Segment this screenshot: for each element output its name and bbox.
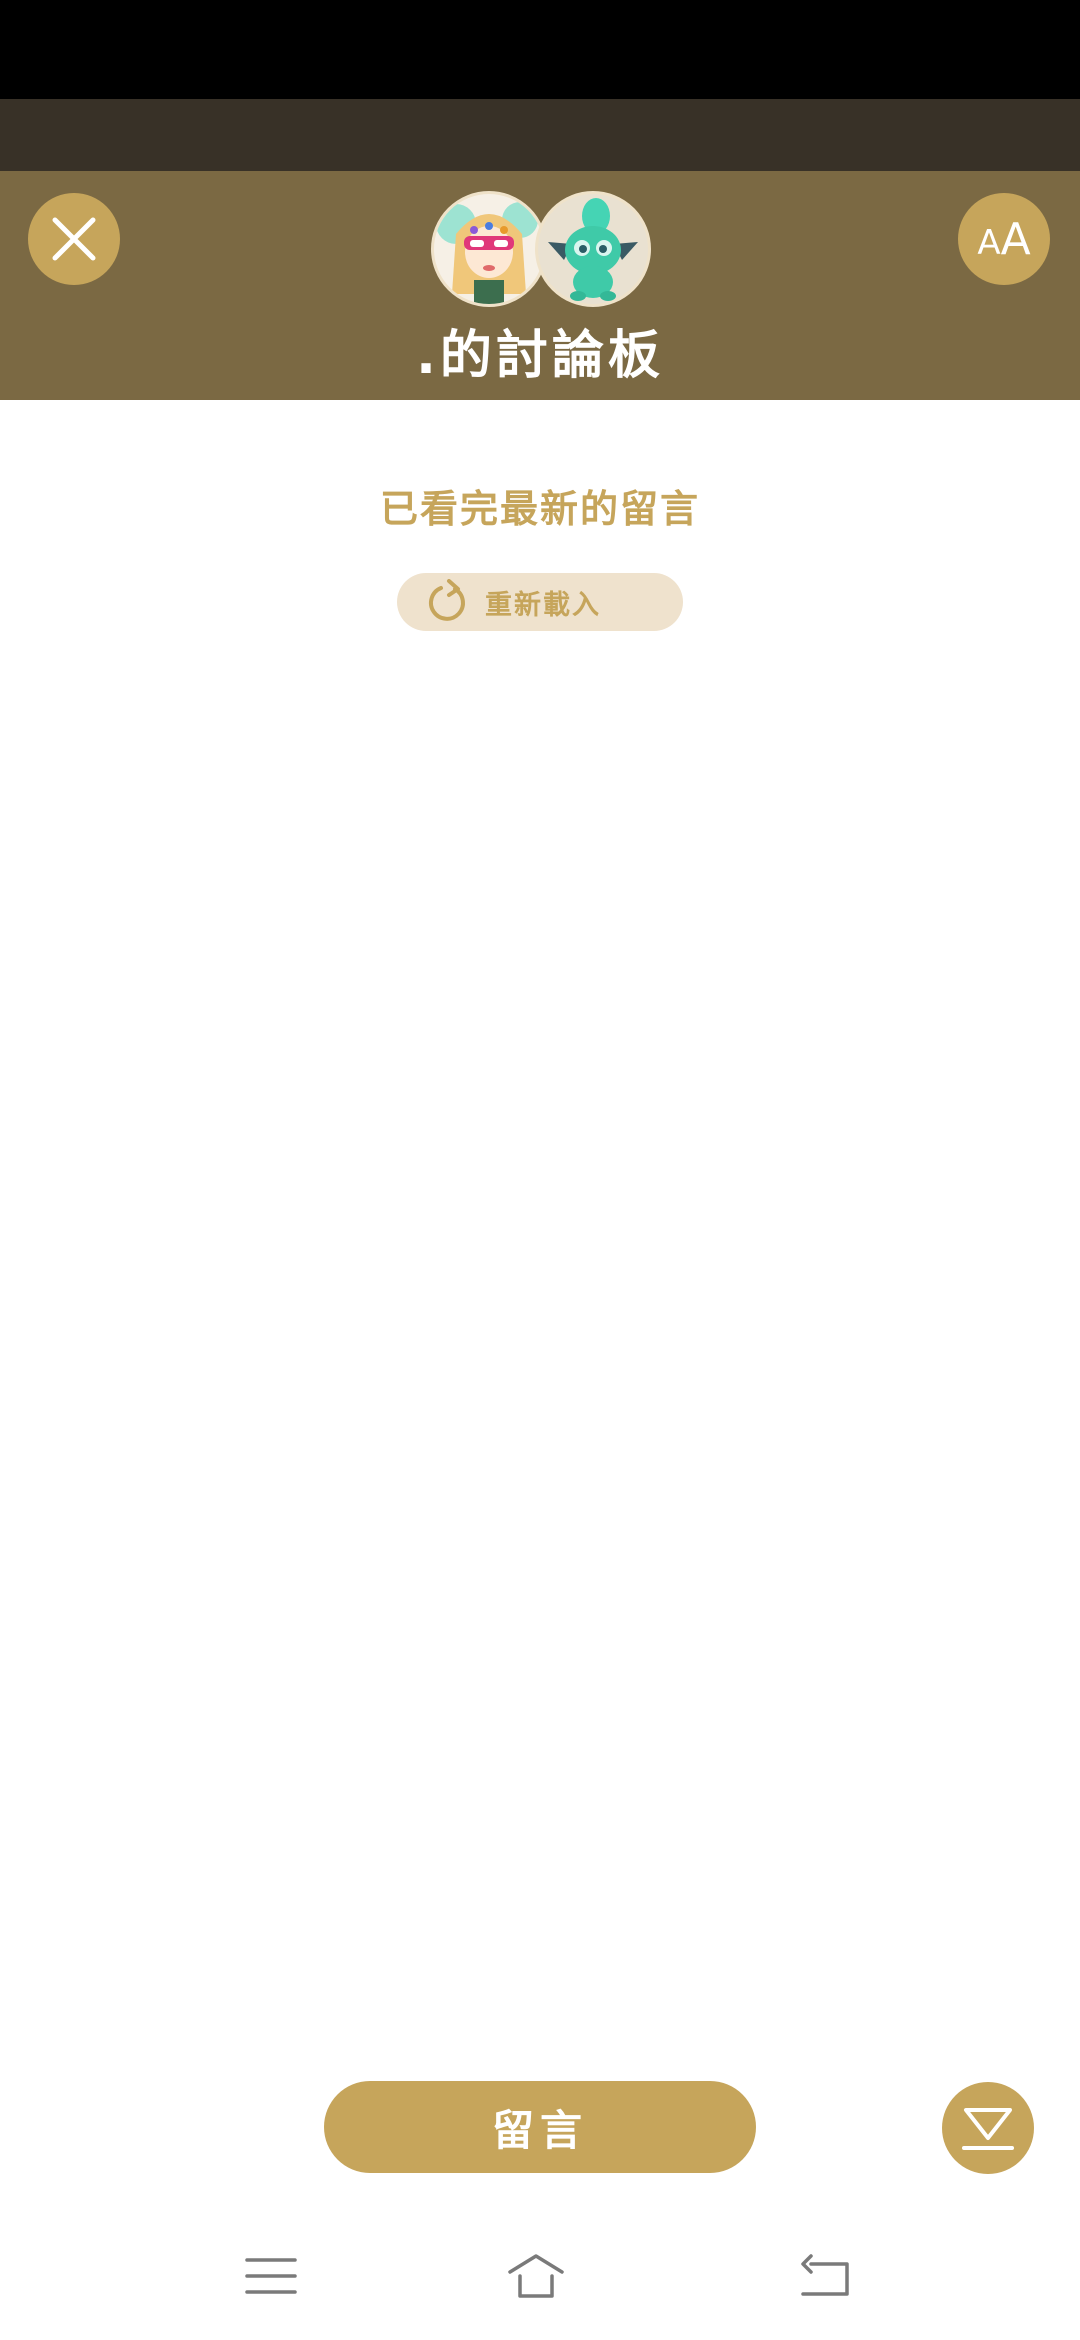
reload-button[interactable]: 重新載入 xyxy=(397,573,683,631)
close-icon xyxy=(52,217,96,261)
scroll-to-bottom-button[interactable] xyxy=(942,2082,1034,2174)
reload-icon xyxy=(429,579,465,621)
board-title: .的討論板 xyxy=(416,326,664,386)
pet-avatar xyxy=(535,191,651,307)
scroll-to-bottom-icon xyxy=(962,2108,1014,2150)
font-size-small-glyph: A xyxy=(977,222,1001,263)
latest-comments-status: 已看完最新的留言 xyxy=(379,487,700,531)
pet-avatar-image xyxy=(548,198,638,301)
comment-button[interactable]: 留言 xyxy=(324,2081,756,2173)
reload-label: 重新載入 xyxy=(485,589,601,621)
close-button[interactable] xyxy=(28,193,120,285)
font-size-icon: AA xyxy=(977,214,1030,265)
top-banner xyxy=(0,99,1080,261)
home-icon[interactable] xyxy=(508,2248,564,2304)
user-avatar xyxy=(431,191,547,307)
font-size-button[interactable]: AA xyxy=(958,193,1050,285)
font-size-big-glyph: A xyxy=(1000,213,1031,265)
board-header: .的討論板 AA xyxy=(0,171,1080,400)
back-icon[interactable] xyxy=(797,2248,853,2304)
menu-icon[interactable] xyxy=(243,2248,299,2304)
user-avatar-image xyxy=(436,202,538,304)
status-bar xyxy=(0,0,1080,99)
